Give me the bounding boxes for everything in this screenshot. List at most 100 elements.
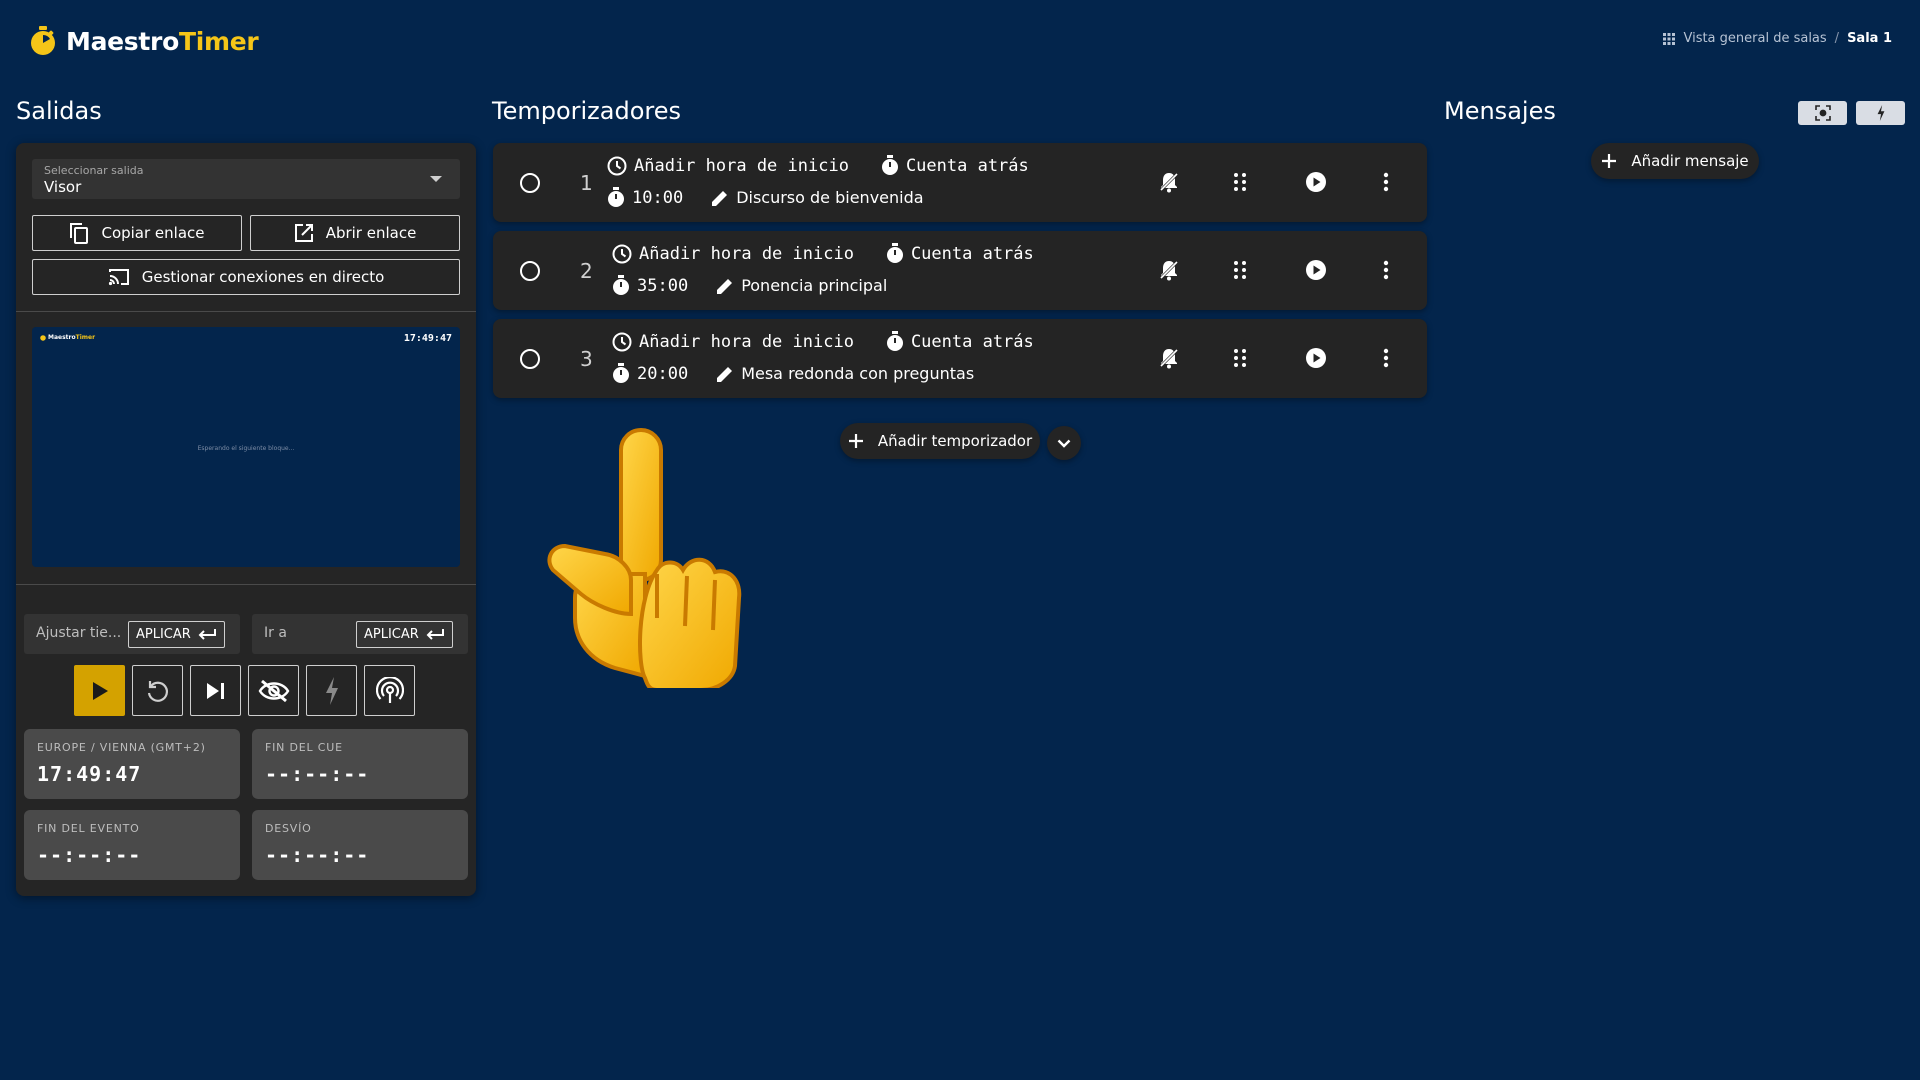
pencil-icon[interactable] bbox=[716, 365, 734, 383]
event-end-value: --:--:-- bbox=[37, 843, 142, 867]
more-vert-icon[interactable] bbox=[1383, 171, 1389, 193]
breadcrumb: Vista general de salas / Sala 1 bbox=[1663, 31, 1892, 46]
timer-icon bbox=[612, 363, 630, 384]
flash-icon bbox=[1876, 105, 1886, 121]
skip-next-button[interactable] bbox=[190, 665, 241, 716]
local-time-card: EUROPE / VIENNA (GMT+2) 17:49:47 bbox=[24, 729, 240, 799]
timer-name: Mesa redonda con preguntas bbox=[741, 364, 975, 383]
breadcrumb-separator: / bbox=[1834, 31, 1840, 46]
alarm-off-icon[interactable] bbox=[1158, 171, 1180, 193]
timer-select-radio[interactable] bbox=[520, 261, 540, 281]
more-vert-icon[interactable] bbox=[1383, 347, 1389, 369]
broadcast-button[interactable] bbox=[364, 665, 415, 716]
pencil-icon[interactable] bbox=[716, 277, 734, 295]
local-time-value: 17:49:47 bbox=[37, 762, 142, 786]
clock-icon bbox=[612, 244, 632, 264]
alarm-off-icon[interactable] bbox=[1158, 347, 1180, 369]
go-to-apply-button[interactable]: APLICAR bbox=[356, 621, 453, 648]
timer-start-time[interactable]: Añadir hora de inicio Cuenta atrás bbox=[612, 243, 1034, 264]
enter-icon bbox=[197, 628, 217, 642]
grid-icon[interactable] bbox=[1663, 32, 1676, 45]
timer-duration[interactable]: 20:00 Mesa redonda con preguntas bbox=[612, 363, 974, 384]
event-end-card: FIN DEL EVENTO --:--:-- bbox=[24, 810, 240, 880]
cue-end-value: --:--:-- bbox=[265, 762, 370, 786]
add-timer-label: Añadir temporizador bbox=[877, 432, 1033, 450]
duration-value: 20:00 bbox=[637, 363, 689, 384]
open-external-icon bbox=[294, 223, 314, 243]
outputs-panel: Seleccionar salida Visor Copiar enlace A… bbox=[16, 143, 476, 896]
preview-clock: 17:49:47 bbox=[403, 333, 452, 344]
add-message-label: Añadir mensaje bbox=[1631, 152, 1749, 170]
drag-handle-icon[interactable] bbox=[1233, 171, 1247, 193]
timer-row[interactable]: 3 Añadir hora de inicio Cuenta atrás 20:… bbox=[493, 319, 1427, 398]
flash-button[interactable] bbox=[306, 665, 357, 716]
flash-icon bbox=[324, 676, 340, 705]
copy-link-button[interactable]: Copiar enlace bbox=[32, 215, 242, 251]
start-time-label: Añadir hora de inicio bbox=[634, 155, 849, 176]
play-circle-icon[interactable] bbox=[1305, 171, 1327, 193]
local-time-label: EUROPE / VIENNA (GMT+2) bbox=[37, 741, 206, 754]
timer-row[interactable]: 2 Añadir hora de inicio Cuenta atrás 35:… bbox=[493, 231, 1427, 310]
divider bbox=[16, 311, 476, 312]
plus-icon bbox=[1601, 153, 1617, 169]
timer-select-radio[interactable] bbox=[520, 173, 540, 193]
start-time-label: Añadir hora de inicio bbox=[639, 331, 854, 352]
hide-button[interactable] bbox=[248, 665, 299, 716]
skip-next-icon bbox=[206, 682, 226, 700]
go-to-input[interactable]: Ir a APLICAR bbox=[252, 614, 468, 654]
outputs-title: Salidas bbox=[16, 97, 102, 125]
timer-duration[interactable]: 10:00 Discurso de bienvenida bbox=[607, 187, 924, 208]
timer-mode-label: Cuenta atrás bbox=[910, 243, 1034, 264]
timer-mode-label: Cuenta atrás bbox=[910, 331, 1034, 352]
duration-value: 10:00 bbox=[632, 187, 684, 208]
dropdown-arrow-icon bbox=[430, 176, 442, 182]
timer-duration[interactable]: 35:00 Ponencia principal bbox=[612, 275, 887, 296]
timer-row[interactable]: 1 Añadir hora de inicio Cuenta atrás 10:… bbox=[493, 143, 1427, 222]
manage-connections-label: Gestionar conexiones en directo bbox=[141, 268, 385, 286]
drag-handle-icon[interactable] bbox=[1233, 259, 1247, 281]
focus-button[interactable] bbox=[1798, 101, 1847, 125]
timer-index: 1 bbox=[580, 171, 593, 195]
more-vert-icon[interactable] bbox=[1383, 259, 1389, 281]
timer-start-time[interactable]: Añadir hora de inicio Cuenta atrás bbox=[612, 331, 1034, 352]
offset-card: DESVÍO --:--:-- bbox=[252, 810, 468, 880]
app-logo: MaestroTimer bbox=[30, 24, 259, 58]
preview-message: Esperando el siguiente bloque... bbox=[197, 445, 295, 452]
preview-logo: MaestroTimer bbox=[40, 334, 95, 341]
play-circle-icon[interactable] bbox=[1305, 259, 1327, 281]
eye-off-icon bbox=[258, 679, 290, 703]
broadcast-icon bbox=[375, 676, 404, 705]
output-select[interactable]: Seleccionar salida Visor bbox=[32, 159, 460, 199]
enter-icon bbox=[425, 628, 445, 642]
open-link-button[interactable]: Abrir enlace bbox=[250, 215, 460, 251]
flash-message-button[interactable] bbox=[1856, 101, 1905, 125]
play-circle-icon[interactable] bbox=[1305, 347, 1327, 369]
add-timer-button[interactable]: Añadir temporizador bbox=[840, 423, 1040, 459]
breadcrumb-current: Sala 1 bbox=[1847, 31, 1892, 46]
alarm-off-icon[interactable] bbox=[1158, 259, 1180, 281]
timer-icon bbox=[886, 243, 904, 264]
add-message-button[interactable]: Añadir mensaje bbox=[1591, 143, 1759, 179]
timer-mode-label: Cuenta atrás bbox=[905, 155, 1029, 176]
play-icon bbox=[91, 681, 109, 701]
add-timer-options-button[interactable] bbox=[1047, 426, 1081, 460]
timer-start-time[interactable]: Añadir hora de inicio Cuenta atrás bbox=[607, 155, 1029, 176]
clock-icon bbox=[607, 156, 627, 176]
cast-icon bbox=[108, 268, 130, 286]
adjust-time-apply-button[interactable]: APLICAR bbox=[128, 621, 225, 648]
pointing-hand-icon bbox=[545, 428, 765, 688]
reset-button[interactable] bbox=[132, 665, 183, 716]
event-end-label: FIN DEL EVENTO bbox=[37, 822, 140, 835]
play-button[interactable] bbox=[74, 665, 125, 716]
apply-label: APLICAR bbox=[136, 627, 191, 642]
timer-select-radio[interactable] bbox=[520, 349, 540, 369]
manage-connections-button[interactable]: Gestionar conexiones en directo bbox=[32, 259, 460, 295]
adjust-time-input[interactable]: Ajustar tie... APLICAR bbox=[24, 614, 240, 654]
pencil-icon[interactable] bbox=[711, 189, 729, 207]
divider bbox=[16, 584, 476, 585]
copy-link-label: Copiar enlace bbox=[101, 224, 205, 242]
output-select-label: Seleccionar salida bbox=[44, 164, 144, 177]
copy-icon bbox=[69, 222, 89, 244]
breadcrumb-overview-link[interactable]: Vista general de salas bbox=[1683, 31, 1826, 46]
drag-handle-icon[interactable] bbox=[1233, 347, 1247, 369]
